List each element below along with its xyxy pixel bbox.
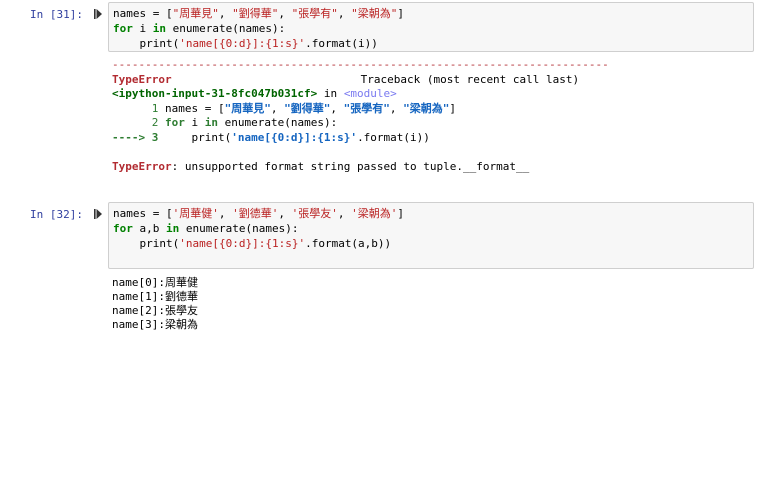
run-cell-icon[interactable] <box>94 209 102 219</box>
stdout-line: name[3]:梁朝為 <box>112 318 198 331</box>
cell-32-prompt: In [32]: <box>30 208 83 221</box>
cell-31-code-editor[interactable]: names = ["周華見", "劉得華", "張學有", "梁朝為"] for… <box>108 2 754 52</box>
code-line-3: print('name[{0:d}]:{1:s}'.format(i)) <box>113 37 378 50</box>
code-line-2: for i in enumerate(names): <box>113 22 286 35</box>
traceback-frame-line-2: 2 for i in enumerate(names): <box>112 116 338 129</box>
cell-32-stdout: name[0]:周華健 name[1]:劉德華 name[2]:張學友 name… <box>112 276 198 332</box>
code-line-2: for a,b in enumerate(names): <box>113 222 299 235</box>
cell-31-traceback: ----------------------------------------… <box>112 58 609 174</box>
stdout-line: name[2]:張學友 <box>112 304 198 317</box>
stdout-line: name[0]:周華健 <box>112 276 198 289</box>
traceback-header: TypeError Traceback (most recent call las… <box>112 72 580 86</box>
traceback-blank <box>112 145 609 160</box>
cell-32-code-editor[interactable]: names = ['周華健', '劉德華', '張學友', '梁朝為'] for… <box>108 202 754 269</box>
traceback-error-message: TypeError: unsupported format string pas… <box>112 159 530 173</box>
traceback-rule: ----------------------------------------… <box>112 58 609 71</box>
cell-31-prompt: In [31]: <box>30 8 83 21</box>
code-line-1: names = ["周華見", "劉得華", "張學有", "梁朝為"] <box>113 7 404 20</box>
code-line-3: print('name[{0:d}]:{1:s}'.format(a,b)) <box>113 237 392 250</box>
traceback-frame-line-1: 1 names = ["周華見", "劉得華", "張學有", "梁朝為"] <box>112 101 456 115</box>
stdout-line: name[1]:劉德華 <box>112 290 198 303</box>
traceback-frame-line-3: ----> 3 print('name[{0:d}]:{1:s}'.format… <box>112 130 430 144</box>
code-line-1: names = ['周華健', '劉德華', '張學友', '梁朝為'] <box>113 207 404 220</box>
run-cell-icon[interactable] <box>94 9 102 19</box>
traceback-location: <ipython-input-31-8fc047b031cf> in <modu… <box>112 87 397 100</box>
